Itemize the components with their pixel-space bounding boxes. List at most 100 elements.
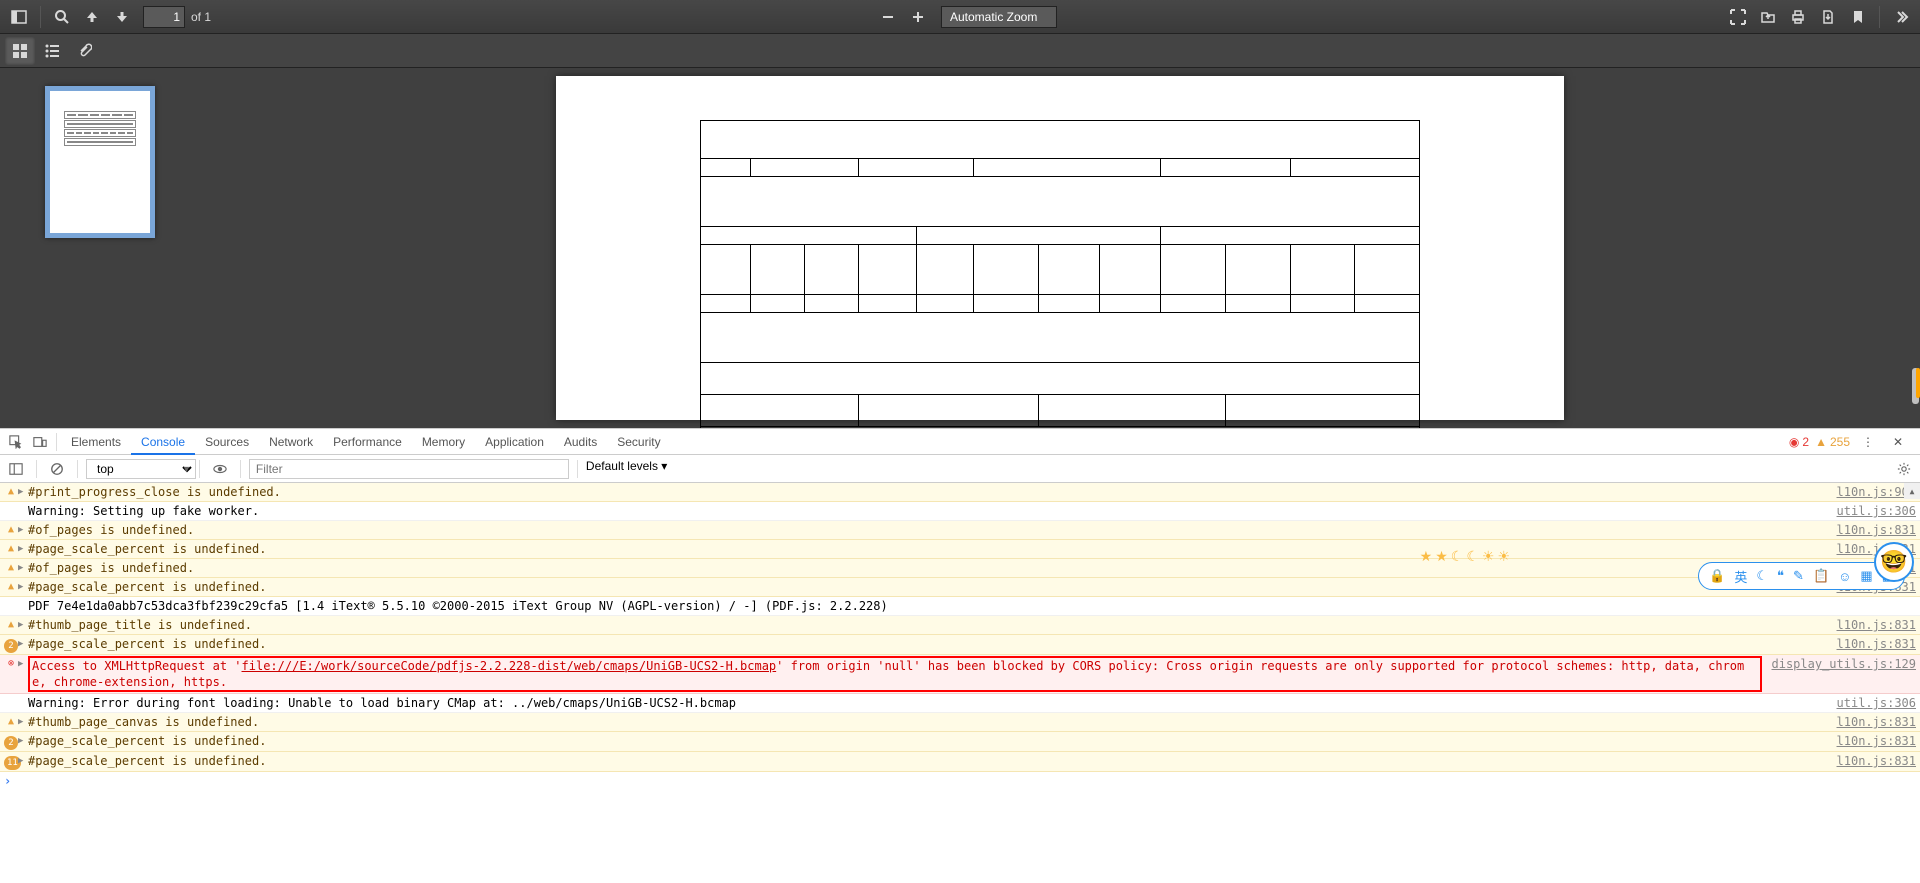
console-log-row[interactable]: ▲▶#thumb_page_canvas is undefined.l10n.j…: [0, 713, 1920, 732]
open-file-button[interactable]: [1754, 3, 1782, 31]
page-thumbnail-1[interactable]: [45, 86, 155, 238]
log-message: Warning: Setting up fake worker.: [28, 503, 1827, 519]
log-source-link[interactable]: l10n.js:831: [1837, 714, 1916, 730]
scroll-up-button[interactable]: ▲: [1904, 483, 1920, 499]
tab-application[interactable]: Application: [475, 429, 554, 455]
pdf-page-1: [556, 76, 1564, 420]
tab-sources[interactable]: Sources: [195, 429, 259, 455]
console-output[interactable]: ▲ ▲▶#print_progress_close is undefined.l…: [0, 483, 1920, 883]
expand-arrow-icon: ▶: [18, 560, 28, 576]
log-message: Warning: Error during font loading: Unab…: [28, 695, 1827, 711]
console-log-row[interactable]: ▲▶#thumb_page_title is undefined.l10n.js…: [0, 616, 1920, 635]
log-message: PDF 7e4e1da0abb7c53dca3fbf239c29cfa5 [1.…: [28, 598, 1916, 614]
ime-item[interactable]: ✎: [1793, 568, 1804, 584]
clear-console-button[interactable]: [45, 458, 69, 480]
outline-tab[interactable]: [37, 37, 67, 65]
sidebar-toggle-button[interactable]: [5, 3, 33, 31]
error-count[interactable]: ◉ 2: [1789, 435, 1809, 449]
ime-item[interactable]: ☾: [1756, 568, 1768, 584]
tab-memory[interactable]: Memory: [412, 429, 475, 455]
bookmark-button[interactable]: [1844, 3, 1872, 31]
log-source-link[interactable]: l10n.js:831: [1837, 522, 1916, 538]
console-prompt[interactable]: ›: [0, 772, 1920, 790]
live-expression-button[interactable]: [208, 458, 232, 480]
separator: [56, 433, 57, 451]
ime-item[interactable]: 英: [1734, 567, 1747, 586]
zoom-group: Automatic Zoom ▾: [873, 3, 1047, 31]
console-log-row[interactable]: ⊗▶Access to XMLHttpRequest at 'file:///E…: [0, 655, 1920, 694]
expand-arrow-icon: ▶: [18, 579, 28, 595]
context-select[interactable]: top: [86, 459, 196, 479]
console-log-row[interactable]: 2▶#page_scale_percent is undefined.l10n.…: [0, 732, 1920, 752]
error-count-value: 2: [1802, 435, 1809, 449]
thumbnails-tab[interactable]: [5, 37, 35, 65]
page-number-input[interactable]: [143, 6, 185, 28]
inspect-element-button[interactable]: [4, 429, 28, 455]
console-settings-button[interactable]: [1892, 458, 1916, 480]
console-log-row[interactable]: ▲▶#page_scale_percent is undefined.l10n.…: [0, 578, 1920, 597]
console-log-row[interactable]: 11▶#page_scale_percent is undefined.l10n…: [0, 752, 1920, 772]
console-filter-input[interactable]: [249, 459, 569, 479]
log-source-link[interactable]: util.js:306: [1837, 695, 1916, 711]
more-tools-button[interactable]: [1887, 3, 1915, 31]
tab-security[interactable]: Security: [607, 429, 670, 455]
warning-icon: ▲: [4, 579, 18, 595]
tab-elements[interactable]: Elements: [61, 429, 131, 455]
assistant-avatar[interactable]: 🤓: [1874, 542, 1914, 582]
log-source-link[interactable]: l10n.js:831: [1837, 733, 1916, 749]
console-log-row[interactable]: PDF 7e4e1da0abb7c53dca3fbf239c29cfa5 [1.…: [0, 597, 1920, 616]
zoom-in-button[interactable]: [904, 3, 932, 31]
toolbar-right-group: [1723, 3, 1916, 31]
ime-item[interactable]: ▦: [1860, 568, 1872, 584]
log-source-link[interactable]: l10n.js:831: [1837, 636, 1916, 652]
tab-network[interactable]: Network: [259, 429, 323, 455]
prev-page-button[interactable]: [78, 3, 106, 31]
devtools-close-button[interactable]: ✕: [1886, 429, 1910, 455]
expand-arrow-icon: ▶: [18, 656, 28, 672]
console-input[interactable]: [18, 774, 1916, 788]
console-log-row[interactable]: Warning: Setting up fake worker. util.js:…: [0, 502, 1920, 521]
expand-arrow-icon: ▶: [18, 636, 28, 652]
warning-icon: ▲: [4, 617, 18, 633]
zoom-select[interactable]: Automatic Zoom: [941, 6, 1057, 28]
prompt-caret-icon: ›: [4, 774, 18, 788]
star-icon: ☀: [1482, 548, 1495, 565]
ime-item[interactable]: 📋: [1813, 568, 1829, 584]
download-button[interactable]: [1814, 3, 1842, 31]
print-button[interactable]: [1784, 3, 1812, 31]
console-sidebar-toggle[interactable]: [4, 458, 28, 480]
tab-performance[interactable]: Performance: [323, 429, 412, 455]
console-log-row[interactable]: ▲▶#page_scale_percent is undefined.l10n.…: [0, 540, 1920, 559]
console-log-row[interactable]: 2▶#page_scale_percent is undefined.l10n.…: [0, 635, 1920, 655]
ime-item[interactable]: 🔒: [1709, 568, 1725, 584]
log-source-link[interactable]: util.js:306: [1837, 503, 1916, 519]
device-toolbar-button[interactable]: [28, 429, 52, 455]
next-page-button[interactable]: [108, 3, 136, 31]
console-log-row[interactable]: Warning: Error during font loading: Unab…: [0, 694, 1920, 713]
ime-item[interactable]: ☺: [1838, 569, 1851, 584]
devtools-tab-bar: Elements Console Sources Network Perform…: [0, 429, 1920, 455]
log-source-link[interactable]: l10n.js:831: [1837, 617, 1916, 633]
tab-console[interactable]: Console: [131, 429, 195, 455]
search-button[interactable]: [48, 3, 76, 31]
log-levels-select[interactable]: Default levels ▾: [586, 459, 667, 479]
console-log-row[interactable]: ▲▶#print_progress_close is undefined.l10…: [0, 483, 1920, 502]
log-message: #print_progress_close is undefined.: [28, 484, 1827, 500]
zoom-out-button[interactable]: [874, 3, 902, 31]
presentation-mode-button[interactable]: [1724, 3, 1752, 31]
expand-arrow-icon: ▶: [18, 541, 28, 557]
console-log-row[interactable]: ▲▶#of_pages is undefined.l10n.js:831: [0, 559, 1920, 578]
document-area[interactable]: [200, 68, 1920, 428]
rating-widget[interactable]: ★★☾☾☀☀: [1420, 548, 1510, 565]
tab-audits[interactable]: Audits: [554, 429, 607, 455]
ime-item[interactable]: ❝: [1777, 568, 1784, 584]
devtools-menu-button[interactable]: ⋮: [1856, 429, 1880, 455]
devtools-panel: Elements Console Sources Network Perform…: [0, 428, 1920, 883]
attachments-tab[interactable]: [69, 37, 99, 65]
console-log-row[interactable]: ▲▶#of_pages is undefined.l10n.js:831: [0, 521, 1920, 540]
scrollbar-indicator: [1916, 368, 1920, 398]
warning-count[interactable]: ▲ 255: [1815, 435, 1850, 449]
log-message: #page_scale_percent is undefined.: [28, 733, 1827, 749]
log-source-link[interactable]: display_utils.js:129: [1772, 656, 1917, 672]
log-source-link[interactable]: l10n.js:831: [1837, 753, 1916, 769]
